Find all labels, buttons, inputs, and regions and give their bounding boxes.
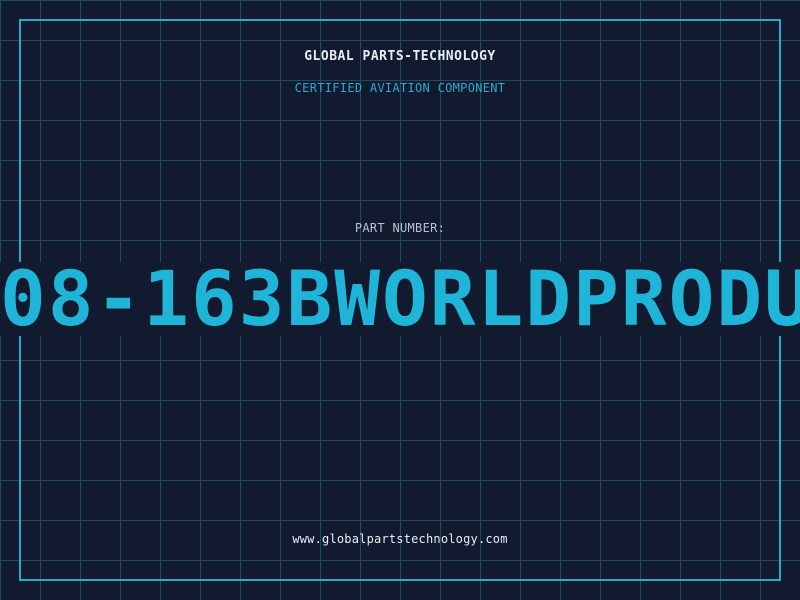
brand-name: GLOBAL PARTS-TECHNOLOGY: [304, 49, 496, 64]
part-number-value: 08-163BWORLDPRODUCT: [0, 254, 800, 343]
certification-subtitle: CERTIFIED AVIATION COMPONENT: [294, 81, 506, 95]
part-number-label: PART NUMBER:: [354, 221, 446, 235]
website-link[interactable]: www.globalpartstechnology.com: [0, 532, 800, 546]
label-canvas: GLOBAL PARTS-TECHNOLOGY CERTIFIED AVIATI…: [0, 0, 800, 600]
